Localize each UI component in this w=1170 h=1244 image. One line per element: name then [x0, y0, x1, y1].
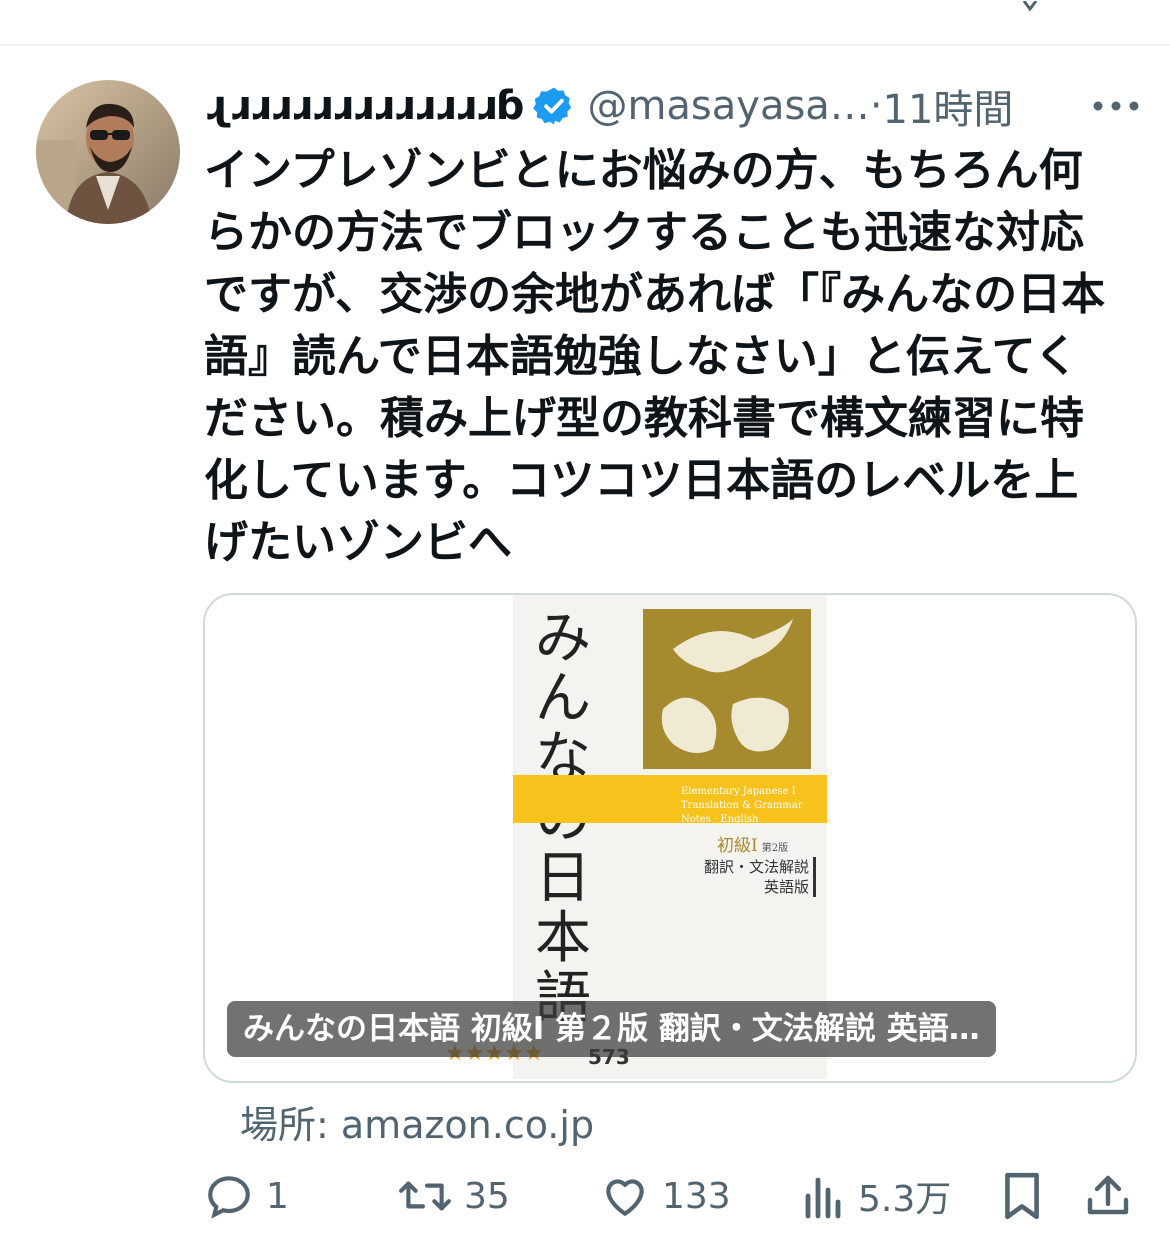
- share-button[interactable]: [1084, 1166, 1132, 1226]
- card-source-prefix: 場所:: [240, 1103, 341, 1147]
- like-count: 133: [662, 1175, 731, 1217]
- tweet-text: インプレゾンビとにお悩みの方、もちろん何らかの方法でブロックすることも迅速な対応…: [204, 145, 1106, 568]
- reply-button[interactable]: 1: [204, 1166, 289, 1226]
- card-source-domain: amazon.co.jp: [340, 1103, 595, 1147]
- views-chart-icon: [805, 1177, 841, 1219]
- reply-count: 1: [266, 1175, 289, 1217]
- book-cover-illustration: [643, 609, 811, 769]
- book-band-line-2: Translation & Grammar Notes · English: [681, 800, 803, 825]
- user-handle[interactable]: @masayasa…: [587, 83, 869, 129]
- tweet-actions: 1 35 133 5.3万: [204, 1166, 1144, 1226]
- book-edition: 第2版: [761, 843, 789, 854]
- retweet-button[interactable]: 35: [398, 1166, 510, 1226]
- card-title[interactable]: みんなの日本語 初級I 第２版 翻訳・文法解説 英語…: [227, 1001, 996, 1057]
- book-subtitle: 翻訳・文法解説 英語版: [683, 857, 816, 897]
- top-divider: [0, 44, 1170, 46]
- share-icon: [1087, 1175, 1129, 1215]
- link-card[interactable]: みんなの日本語 Elementary Japanese I Translatio…: [203, 593, 1137, 1083]
- views-button[interactable]: 5.3万: [802, 1166, 951, 1226]
- display-name[interactable]: ɻɹɹɹɹɹɹɹɹɹɹɹɹɹɓ: [204, 83, 524, 129]
- partial-icon: [1010, 0, 1050, 14]
- tweet-time[interactable]: 11時間: [883, 77, 1014, 135]
- like-button[interactable]: 133: [600, 1166, 731, 1226]
- retweet-icon: [399, 1181, 451, 1211]
- bookmark-button[interactable]: [1000, 1166, 1044, 1226]
- book-band-line-1: Elementary Japanese I: [681, 786, 796, 797]
- book-level-text: 初級Ⅰ: [717, 836, 758, 856]
- view-count: 5.3万: [858, 1179, 952, 1220]
- tweet-header: ɻɹɹɹɹɹɹɹɹɹɹɹɹɹɓ @masayasa… · 11時間: [204, 78, 1144, 134]
- reply-icon: [208, 1176, 250, 1219]
- book-level: 初級Ⅰ 第2版: [717, 831, 788, 856]
- avatar[interactable]: [36, 80, 180, 224]
- book-subtitle-line-2: 英語版: [763, 878, 809, 896]
- book-subtitle-line-1: 翻訳・文法解説: [703, 858, 809, 876]
- book-band-text: Elementary Japanese I Translation & Gram…: [681, 785, 827, 827]
- time-separator: ·: [869, 83, 883, 129]
- retweet-count: 35: [464, 1175, 510, 1217]
- bookmark-icon: [1005, 1172, 1039, 1220]
- heart-icon: [606, 1179, 644, 1216]
- card-source[interactable]: 場所: amazon.co.jp: [240, 1094, 594, 1149]
- verified-badge-icon: [533, 85, 575, 127]
- more-options-icon[interactable]: [1088, 84, 1144, 128]
